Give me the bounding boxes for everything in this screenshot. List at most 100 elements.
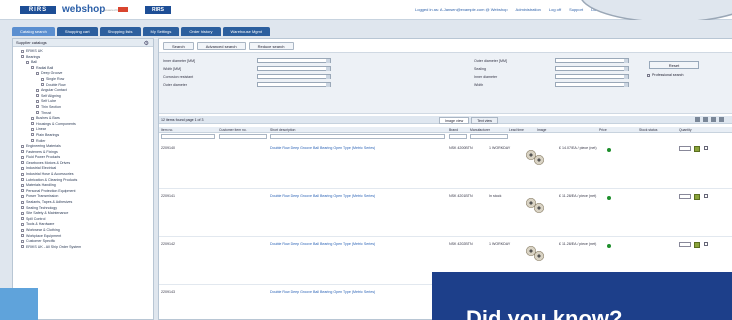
bearing-image[interactable] — [526, 244, 546, 264]
expand-icon[interactable] — [21, 239, 24, 243]
tab-my-settings[interactable]: My Settings — [142, 27, 180, 36]
expand-icon[interactable] — [31, 139, 34, 143]
reduce-search-button[interactable]: Reduce search — [248, 42, 294, 50]
expand-icon[interactable] — [36, 105, 39, 109]
select-checkbox[interactable] — [704, 146, 708, 150]
professional-search-checkbox[interactable]: Professional search — [647, 73, 684, 77]
expand-icon[interactable] — [21, 194, 24, 198]
expand-icon[interactable] — [21, 49, 24, 53]
expand-icon[interactable] — [31, 133, 34, 137]
expand-icon[interactable] — [21, 200, 24, 204]
filter-item-no-input[interactable] — [161, 134, 215, 139]
expand-icon[interactable] — [36, 71, 39, 75]
tab-order-history[interactable]: Order history — [181, 27, 221, 36]
quantity-input[interactable] — [679, 146, 691, 151]
print-icon[interactable] — [695, 117, 700, 122]
column-header[interactable]: Item no. — [161, 128, 173, 132]
tab-image-view[interactable]: Image view — [439, 117, 470, 124]
filter-label: Outer diameter [MM] — [474, 59, 507, 63]
filter-select[interactable] — [257, 74, 331, 79]
quantity-input[interactable] — [679, 242, 691, 247]
expand-icon[interactable] — [41, 83, 44, 87]
tab-shopping-lists[interactable]: Shopping lists — [99, 27, 141, 36]
expand-icon[interactable] — [21, 189, 24, 193]
table-row[interactable]: 2209140 Double Row Deep Groove Ball Beari… — [159, 142, 732, 189]
column-header[interactable]: Brand — [449, 128, 458, 132]
expand-icon[interactable] — [21, 144, 24, 148]
expand-icon[interactable] — [21, 183, 24, 187]
product-description-link[interactable]: Double Row Deep Groove Ball Bearing Open… — [270, 146, 375, 150]
add-to-cart-icon[interactable] — [694, 242, 700, 248]
expand-icon[interactable] — [21, 161, 24, 165]
expand-icon[interactable] — [21, 245, 24, 249]
expand-icon[interactable] — [36, 88, 39, 92]
add-to-cart-icon[interactable] — [694, 146, 700, 152]
expand-icon[interactable] — [36, 99, 39, 103]
column-header[interactable]: Quantity — [679, 128, 692, 132]
expand-icon[interactable] — [21, 217, 24, 221]
product-description-link[interactable]: Double Row Deep Groove Ball Bearing Open… — [270, 290, 375, 294]
filter-brand-input[interactable] — [449, 134, 467, 139]
search-button[interactable]: Search — [163, 42, 194, 50]
export-icon[interactable] — [703, 117, 708, 122]
tree-item[interactable]: ERIKS UK - All Ship Order System — [16, 245, 150, 251]
expand-icon[interactable] — [21, 234, 24, 238]
table-row[interactable]: 2209141 Double Row Deep Groove Ball Beari… — [159, 190, 732, 237]
filter-select[interactable] — [555, 58, 629, 63]
expand-icon[interactable] — [21, 150, 24, 154]
filter-customer-no-input[interactable] — [219, 134, 267, 139]
column-header[interactable]: Customer item no. — [219, 128, 247, 132]
logoff-link[interactable]: Log off — [549, 7, 561, 12]
tab-text-view[interactable]: Text view — [471, 117, 498, 124]
filter-select[interactable] — [257, 66, 331, 71]
expand-icon[interactable] — [31, 122, 34, 126]
column-header[interactable]: Price — [599, 128, 607, 132]
administration-link[interactable]: Administration — [516, 7, 541, 12]
advanced-search-button[interactable]: Advanced search — [196, 42, 246, 50]
expand-icon[interactable] — [21, 222, 24, 226]
expand-icon[interactable] — [21, 206, 24, 210]
tab-catalog-search[interactable]: Catalog search — [12, 27, 55, 36]
expand-icon[interactable] — [41, 77, 44, 81]
add-to-cart-icon[interactable] — [694, 194, 700, 200]
filter-description-input[interactable] — [270, 134, 445, 139]
expand-icon[interactable] — [36, 111, 39, 115]
product-description-link[interactable]: Double Row Deep Groove Ball Bearing Open… — [270, 242, 375, 246]
filter-select[interactable] — [555, 74, 629, 79]
tab-shopping-cart[interactable]: Shopping cart — [56, 27, 98, 36]
filter-manufacturer-input[interactable] — [470, 134, 508, 139]
compare-icon[interactable] — [711, 117, 716, 122]
column-header[interactable]: Manufacturer — [470, 128, 490, 132]
tab-warehouse-mgmt[interactable]: Warehouse Mgmt — [222, 27, 270, 36]
expand-icon[interactable] — [31, 66, 34, 70]
settings-icon[interactable] — [719, 117, 724, 122]
expand-icon[interactable] — [21, 155, 24, 159]
filter-select[interactable] — [555, 82, 629, 87]
product-description-link[interactable]: Double Row Deep Groove Ball Bearing Open… — [270, 194, 375, 198]
filter-select[interactable] — [257, 82, 331, 87]
column-header[interactable]: Image — [537, 128, 546, 132]
filter-select[interactable] — [257, 58, 331, 63]
quantity-input[interactable] — [679, 194, 691, 199]
expand-icon[interactable] — [21, 228, 24, 232]
reset-button[interactable]: Reset — [649, 61, 699, 69]
select-checkbox[interactable] — [704, 194, 708, 198]
column-header[interactable]: Lead time — [509, 128, 524, 132]
expand-icon[interactable] — [31, 116, 34, 120]
gear-icon[interactable]: ⚙ — [144, 40, 149, 48]
expand-icon[interactable] — [36, 94, 39, 98]
expand-icon[interactable] — [21, 172, 24, 176]
column-header[interactable]: Short description — [270, 128, 295, 132]
bearing-image[interactable] — [526, 148, 546, 168]
expand-icon[interactable] — [21, 167, 24, 171]
bearing-image[interactable] — [526, 196, 546, 216]
item-number: 2209141 — [161, 194, 175, 198]
expand-icon[interactable] — [21, 55, 24, 59]
select-checkbox[interactable] — [704, 242, 708, 246]
expand-icon[interactable] — [31, 127, 34, 131]
expand-icon[interactable] — [21, 211, 24, 215]
filter-select[interactable] — [555, 66, 629, 71]
column-header[interactable]: Stock status — [639, 128, 657, 132]
expand-icon[interactable] — [21, 178, 24, 182]
expand-icon[interactable] — [26, 60, 29, 64]
